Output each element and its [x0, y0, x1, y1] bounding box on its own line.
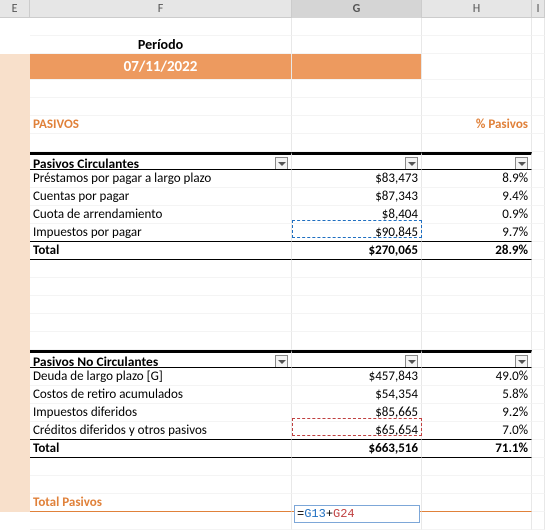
table-cell[interactable]: 7.0% [422, 422, 532, 440]
table-cell[interactable]: $90,845 [292, 224, 422, 242]
pct-pasivos-heading: % Pasivos [422, 116, 532, 134]
table-cell[interactable]: $65,654 [292, 422, 422, 440]
table-row[interactable]: Cuentas por pagar [30, 188, 292, 206]
filter-icon[interactable] [515, 355, 528, 368]
circ-total-val[interactable]: $270,065 [292, 242, 422, 260]
filter-icon[interactable] [515, 157, 528, 170]
table-cell[interactable]: 0.9% [422, 206, 532, 224]
filter-icon[interactable] [275, 355, 288, 368]
filter-icon[interactable] [405, 157, 418, 170]
spreadsheet-grid[interactable]: Período 07/11/2022 PASIVOS % Pasivos Pas… [0, 18, 545, 530]
circ-total-label: Total [30, 242, 292, 260]
column-headers: E F G H I [0, 0, 545, 18]
table-row[interactable]: Créditos diferidos y otros pasivos [30, 422, 292, 440]
table-cell[interactable]: 9.2% [422, 404, 532, 422]
table-row[interactable]: Costos de retiro acumulados [30, 386, 292, 404]
table-cell[interactable]: 5.8% [422, 386, 532, 404]
table-cell[interactable]: 8.9% [422, 170, 532, 188]
circ-total-pct[interactable]: 28.9% [422, 242, 532, 260]
col-G[interactable]: G [292, 0, 422, 18]
period-value: 07/11/2022 [30, 54, 292, 80]
col-E[interactable]: E [0, 0, 30, 18]
table-cell[interactable]: 9.7% [422, 224, 532, 242]
table-row[interactable]: Impuestos diferidos [30, 404, 292, 422]
nocirc-total-val[interactable]: $663,516 [292, 440, 422, 458]
nocirc-total-pct[interactable]: 71.1% [422, 440, 532, 458]
table-cell[interactable]: $87,343 [292, 188, 422, 206]
total-pasivos-label: Total Pasivos [30, 494, 292, 512]
table-row[interactable]: Cuota de arrendamiento [30, 206, 292, 224]
nocirc-total-label: Total [30, 440, 292, 458]
period-label: Período [30, 36, 292, 54]
table-cell[interactable]: $85,665 [292, 404, 422, 422]
table-cell[interactable]: 49.0% [422, 368, 532, 386]
filter-icon[interactable] [405, 355, 418, 368]
filter-icon[interactable] [275, 157, 288, 170]
col-F[interactable]: F [30, 0, 292, 18]
table-cell[interactable]: $457,843 [292, 368, 422, 386]
table-cell[interactable]: $54,354 [292, 386, 422, 404]
formula-editor[interactable]: =G13+G24 [294, 505, 420, 523]
circ-title: Pasivos Circulantes [30, 152, 292, 170]
table-row[interactable]: Préstamos por pagar a largo plazo [30, 170, 292, 188]
table-cell[interactable]: 9.4% [422, 188, 532, 206]
table-cell[interactable]: $8,404 [292, 206, 422, 224]
table-row[interactable]: Impuestos por pagar [30, 224, 292, 242]
table-cell[interactable]: $83,473 [292, 170, 422, 188]
table-row[interactable]: Deuda de largo plazo [G] [30, 368, 292, 386]
col-I[interactable]: I [532, 0, 545, 18]
col-H[interactable]: H [422, 0, 532, 18]
pasivos-heading: PASIVOS [30, 116, 292, 134]
nocirc-title: Pasivos No Circulantes [30, 350, 292, 368]
